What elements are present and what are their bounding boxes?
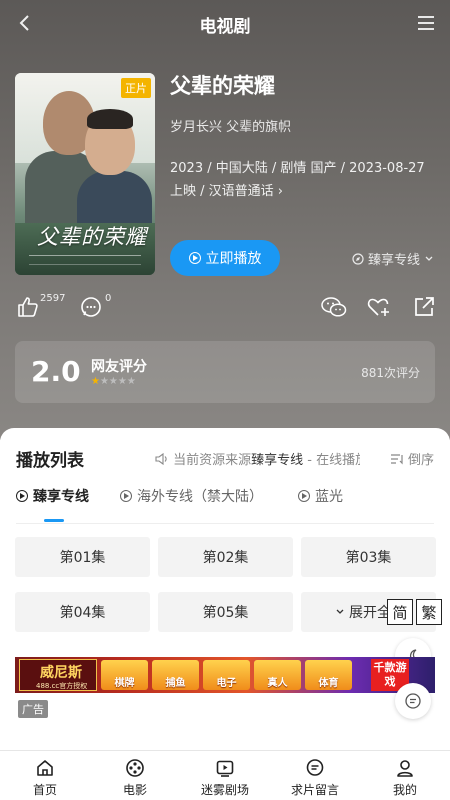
episode-button[interactable]: 第01集 [15, 537, 150, 577]
nav-mine[interactable]: 我的 [360, 751, 450, 800]
line-label: 臻享专线 [367, 253, 420, 268]
comment-button[interactable]: 0 [79, 293, 111, 323]
traditional-chinese-button[interactable]: 繁 [416, 599, 442, 625]
play-circle-icon [16, 490, 28, 502]
show-info: 父辈的荣耀 岁月长兴 父辈的旗帜 2023 / 中国大陆 / 剧情 国产 / 2… [170, 70, 440, 199]
top-bar: 电视剧 [0, 0, 450, 48]
home-icon [37, 760, 53, 776]
wechat-icon [321, 297, 347, 317]
speaker-icon [155, 452, 167, 466]
message-float-button[interactable] [395, 683, 431, 719]
nav-request[interactable]: 求片留言 [270, 751, 360, 800]
poster-title: 父辈的荣耀 [37, 225, 147, 249]
page-title: 电视剧 [199, 17, 251, 37]
tab-overseas[interactable]: 海外专线（禁大陆） [120, 486, 263, 506]
share-button[interactable] [412, 295, 436, 323]
tab-zhenxiang[interactable]: 臻享专线 [16, 486, 89, 506]
source-note: 当前资源来源臻享专线 - 在线播放 [155, 449, 360, 468]
show-meta-more[interactable]: 上映 / 汉语普通话 › [170, 180, 440, 199]
playlist-title: 播放列表 [16, 451, 84, 471]
message-icon [306, 759, 324, 776]
sort-button[interactable]: 倒序 [390, 449, 434, 468]
like-count: 2597 [40, 293, 66, 304]
chat-icon [405, 693, 421, 709]
compass-icon [352, 252, 364, 265]
sort-icon [390, 453, 403, 464]
poster-image[interactable]: 父辈的荣耀 正片 [15, 73, 155, 275]
menu-icon[interactable] [418, 16, 434, 30]
episode-button[interactable]: 第04集 [15, 592, 150, 632]
thumbs-up-icon [18, 297, 38, 317]
rating-label: 网友评分 [91, 359, 147, 375]
play-circle-icon [120, 490, 132, 502]
episode-button[interactable]: 第03集 [301, 537, 436, 577]
favorite-button[interactable] [366, 295, 392, 323]
wechat-share-button[interactable] [320, 295, 348, 323]
play-now-button[interactable]: 立即播放 [170, 240, 280, 276]
comment-count: 0 [105, 293, 112, 304]
show-slogan: 岁月长兴 父辈的旗帜 [170, 120, 292, 135]
play-now-label: 立即播放 [205, 251, 262, 267]
show-title: 父辈的荣耀 [170, 74, 275, 98]
source-tabs: 臻享专线 海外专线（禁大陆） 蓝光 [16, 486, 436, 516]
playlist-panel: 播放列表 当前资源来源臻享专线 - 在线播放 倒序 臻享专线 海外专线（禁大陆）… [0, 428, 450, 750]
heart-plus-icon [367, 298, 389, 316]
nav-movie[interactable]: 电影 [90, 751, 180, 800]
bottom-nav: 首页 电影 迷雾剧场 求片留言 我的 [0, 750, 450, 800]
rating-card[interactable]: 2.0 网友评分 ★★★★★ 881次评分 [15, 341, 435, 403]
simplified-chinese-button[interactable]: 简 [387, 599, 413, 625]
rating-score: 2.0 [31, 355, 81, 388]
like-button[interactable]: 2597 [16, 293, 65, 323]
show-meta: 2023 / 中国大陆 / 剧情 国产 / 2023-08-27 [170, 161, 425, 176]
film-reel-icon [126, 759, 144, 777]
rating-count: 881次评分 [361, 366, 420, 380]
nav-home[interactable]: 首页 [0, 751, 90, 800]
poster-badge: 正片 [121, 78, 151, 98]
user-icon [397, 760, 413, 777]
ad-banner[interactable]: 威尼斯 488.cc官方授权 棋牌 捕鱼 电子 真人 体育 千款游戏 [15, 657, 435, 693]
rating-stars: ★★★★★ [91, 376, 136, 387]
action-row: 2597 0 [16, 293, 436, 325]
line-selector[interactable]: 臻享专线 [352, 249, 434, 268]
play-screen-icon [216, 760, 234, 777]
ad-tag: 广告 [18, 700, 48, 718]
tabs-divider [16, 523, 434, 524]
chevron-down-icon [425, 256, 433, 261]
play-circle-icon [298, 490, 310, 502]
episode-button[interactable]: 第02集 [158, 537, 293, 577]
nav-mist-theater[interactable]: 迷雾剧场 [180, 751, 270, 800]
chevron-down-icon [336, 609, 344, 614]
episode-button[interactable]: 第05集 [158, 592, 293, 632]
comment-icon [81, 297, 101, 317]
tab-bluray[interactable]: 蓝光 [298, 486, 343, 506]
ad-logo: 威尼斯 488.cc官方授权 [19, 659, 97, 691]
share-icon [415, 297, 434, 316]
play-icon [188, 252, 201, 264]
active-tab-indicator [44, 519, 64, 522]
